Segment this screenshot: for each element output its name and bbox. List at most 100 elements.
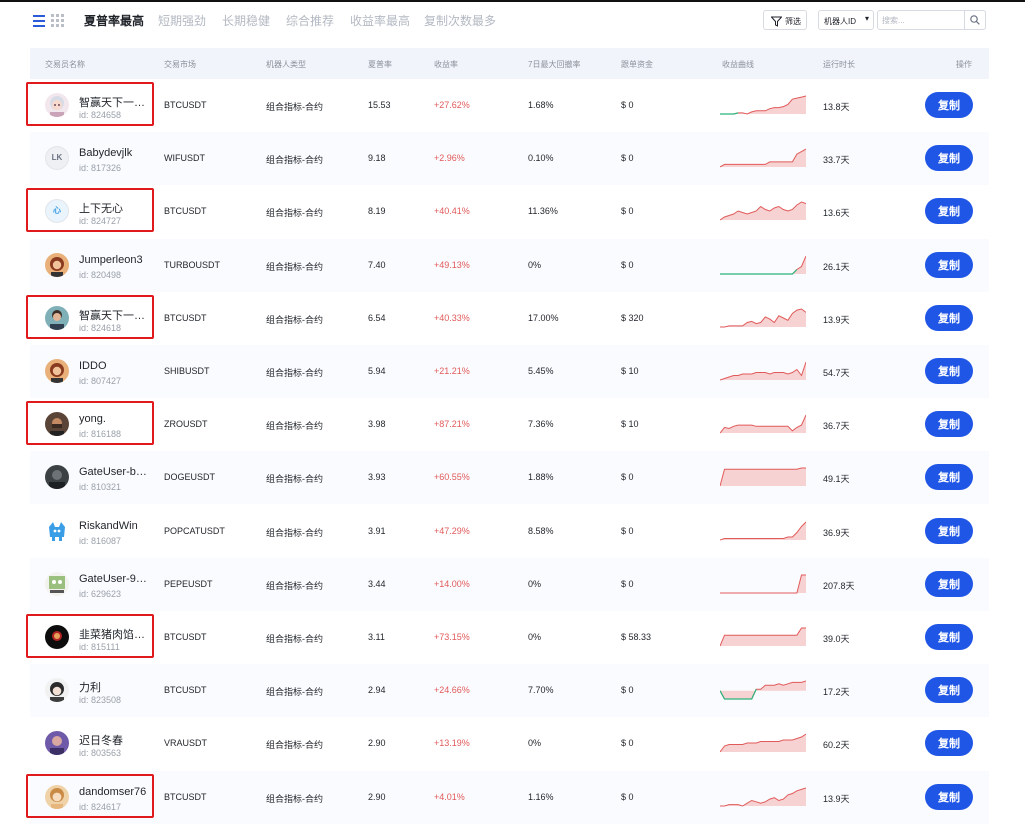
list-view-icon[interactable] <box>31 13 47 29</box>
avatar: 心 <box>45 199 69 224</box>
copy-button[interactable]: 复制 <box>925 677 973 704</box>
filter-button[interactable]: 筛选 <box>763 10 807 30</box>
return-cell: +21.21% <box>434 366 470 376</box>
table-row[interactable]: 智赢天下一… id: 824658 BTCUSDT 组合指标-合约 15.53 +27.6… <box>26 79 989 132</box>
copy-button[interactable]: 复制 <box>925 92 973 118</box>
trader-name: RiskandWin <box>79 519 138 532</box>
trader-id: id: 815111 <box>79 642 120 652</box>
copy-button[interactable]: 复制 <box>925 783 973 810</box>
search-type-select[interactable]: 机器人ID ▾ <box>818 10 874 30</box>
copy-button[interactable]: 复制 <box>925 145 973 172</box>
drawdown-cell: 0.10% <box>528 153 554 164</box>
return-cell: +47.29% <box>434 525 470 536</box>
tab-most-copied[interactable]: 复制次数最多 <box>424 12 496 29</box>
fund-cell: $ 0 <box>621 100 634 110</box>
fund-cell: $ 0 <box>621 153 634 164</box>
profit-curve-chart <box>720 95 806 115</box>
grid-view-icon[interactable] <box>50 13 66 29</box>
drawdown-cell: 5.45% <box>528 366 554 376</box>
runtime-cell: 13.8天 <box>823 102 850 112</box>
copy-button[interactable]: 复制 <box>925 304 973 331</box>
table-row[interactable]: 心上下无心 id: 824727 BTCUSDT 组合指标-合约 8.19 +40.41%… <box>26 185 989 238</box>
profit-curve-start-segment <box>720 112 739 115</box>
profit-curve-chart <box>720 414 806 434</box>
table-row[interactable]: LK Babydevjlk id: 817326 WIFUSDT 组合指标-合约 9.18… <box>30 132 989 186</box>
profit-curve-area <box>720 681 806 700</box>
copy-button[interactable]: 复制 <box>925 517 973 544</box>
avatar <box>45 784 69 809</box>
trader-id: id: 817326 <box>79 163 122 174</box>
sharpe-cell: 2.90 <box>368 791 386 802</box>
tab-return-highest[interactable]: 收益率最高 <box>350 12 410 29</box>
robot-type-cell: 组合指标-合约 <box>266 474 323 485</box>
sharpe-cell: 9.18 <box>368 153 386 164</box>
fund-cell: $ 10 <box>621 419 639 430</box>
fund-cell: $ 0 <box>621 578 634 589</box>
drawdown-cell: 0% <box>528 259 542 270</box>
profit-curve-chart <box>720 201 806 221</box>
copy-button[interactable]: 复制 <box>925 411 973 438</box>
profit-curve-chart <box>720 680 806 700</box>
profit-curve-area <box>720 255 806 274</box>
market-cell: BTCUSDT <box>164 632 207 642</box>
table-row[interactable]: dandomser76 id: 824617 BTCUSDT 组合指标-合约 2.90 +… <box>26 770 989 824</box>
copy-button[interactable]: 复制 <box>925 358 973 384</box>
profit-curve-area <box>720 468 806 487</box>
table-row[interactable]: 力利 id: 823508 BTCUSDT 组合指标-合约 2.94 +24.66% 7.7… <box>30 664 989 718</box>
table-row[interactable]: 智赢天下一… id: 824618 BTCUSDT 组合指标-合约 6.54 +40.33… <box>26 292 989 345</box>
copy-button[interactable]: 复制 <box>925 251 973 278</box>
search-button[interactable] <box>964 11 985 29</box>
table-row[interactable]: IDDO id: 807427 SHIBUSDT 组合指标-合约 5.94 +21.21%… <box>30 345 989 398</box>
avatar <box>45 305 69 330</box>
drawdown-cell: 1.68% <box>528 100 554 110</box>
chevron-down-icon: ▾ <box>864 14 869 23</box>
table-row[interactable]: 韭菜猪肉馅… id: 815111 BTCUSDT 组合指标-合约 3.11 +73.15… <box>26 611 989 664</box>
tab-short-term-strong[interactable]: 短期强劲 <box>158 12 206 29</box>
header-runtime: 运行时长 <box>823 60 855 69</box>
trader-id: id: 810321 <box>79 482 122 493</box>
profit-curve-line <box>720 255 806 275</box>
avatar <box>45 93 69 117</box>
search-type-label: 机器人ID <box>824 17 856 26</box>
robot-type-cell: 组合指标-合约 <box>266 793 323 804</box>
drawdown-cell: 0% <box>528 632 542 642</box>
copy-button[interactable]: 复制 <box>925 730 973 757</box>
profit-curve-area <box>720 308 806 327</box>
trader-name: 上下无心 <box>79 203 123 216</box>
table-row[interactable]: GateUser-9… id: 629623 PEPEUSDT 组合指标-合约 3.44… <box>30 557 989 611</box>
table-row[interactable]: RiskandWin id: 816087 POPCATUSDT 组合指标-合约 3.9… <box>30 505 989 558</box>
runtime-cell: 39.0天 <box>823 634 850 644</box>
trader-id: id: 824618 <box>79 322 122 333</box>
trader-id: id: 824658 <box>79 110 122 120</box>
table-row[interactable]: yong. id: 816188 ZROUSDT 组合指标-合约 3.98 +87.21%… <box>26 398 989 451</box>
tab-overall-recommended[interactable]: 综合推荐 <box>286 12 334 29</box>
sharpe-cell: 8.19 <box>368 206 386 217</box>
return-cell: +2.96% <box>434 153 465 164</box>
trader-name: 迟日冬春 <box>79 735 123 748</box>
header-followers-fund: 跟单资金 <box>621 60 653 69</box>
robot-type-cell: 组合指标-合约 <box>266 261 323 272</box>
market-cell: TURBOUSDT <box>164 259 220 270</box>
runtime-cell: 13.9天 <box>823 314 850 325</box>
table-row[interactable]: GateUser-b… id: 810321 DOGEUSDT 组合指标-合约 3.93… <box>30 451 989 505</box>
table-row[interactable]: 迟日冬春 id: 803563 VRAUSDT 组合指标-合约 2.90 +13.19% 0… <box>30 717 989 770</box>
search-input[interactable] <box>882 13 960 27</box>
tab-sharpe-highest[interactable]: 夏普率最高 <box>84 12 144 29</box>
copy-button[interactable]: 复制 <box>925 570 973 597</box>
trader-name: Babydevjlk <box>79 147 133 160</box>
runtime-cell: 207.8天 <box>823 580 855 591</box>
tab-long-term-stable[interactable]: 长期稳健 <box>222 12 270 29</box>
profit-curve-area <box>720 787 806 806</box>
return-cell: +24.66% <box>434 685 470 696</box>
fund-cell: $ 320 <box>621 312 644 323</box>
trader-name: 力利 <box>79 682 101 695</box>
copy-button[interactable]: 复制 <box>925 624 973 650</box>
trader-name: yong. <box>79 413 106 426</box>
copy-button[interactable]: 复制 <box>925 464 973 491</box>
fund-cell: $ 10 <box>621 366 639 376</box>
table-row[interactable]: Jumperleon3 id: 820498 TURBOUSDT 组合指标-合约 7.4… <box>30 238 989 292</box>
profit-curve-chart <box>720 521 806 541</box>
drawdown-cell: 11.36% <box>528 206 558 217</box>
drawdown-cell: 1.16% <box>528 791 554 802</box>
copy-button[interactable]: 复制 <box>925 198 973 225</box>
